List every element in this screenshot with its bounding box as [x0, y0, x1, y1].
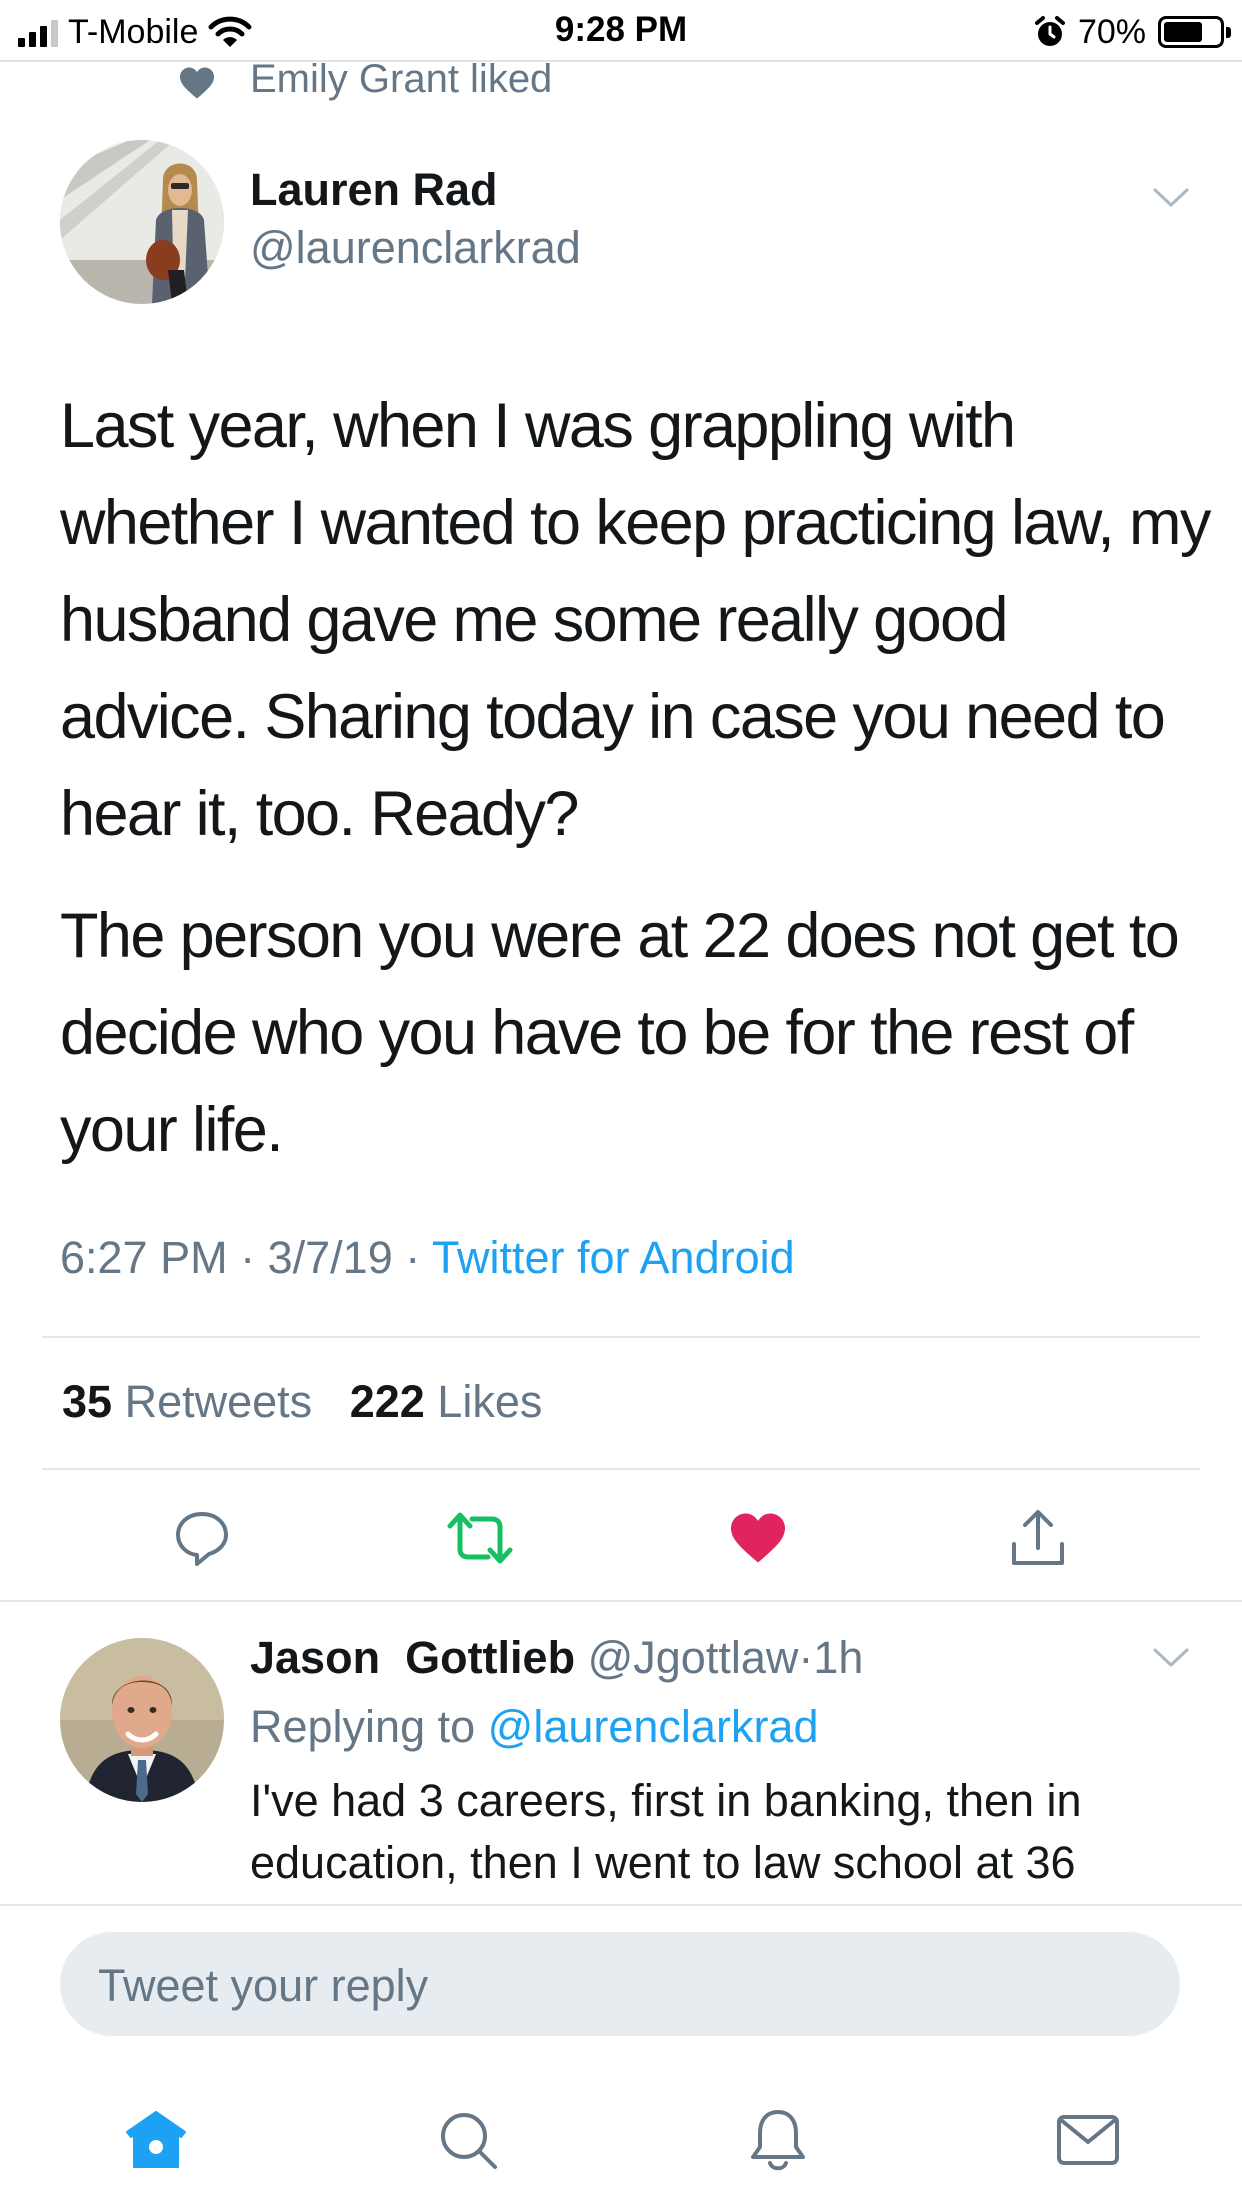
reply-author-avatar[interactable] — [60, 1638, 224, 1802]
retweets-count: 35 — [62, 1376, 113, 1427]
meta-separator: · — [405, 1232, 421, 1283]
likes-count-link[interactable]: 222 Likes — [350, 1376, 543, 1427]
retweet-icon — [447, 1512, 513, 1564]
author-avatar[interactable] — [60, 140, 224, 304]
reply-text: I've had 3 careers, first in banking, th… — [250, 1775, 1082, 1888]
reply-compose-input[interactable]: Tweet your reply — [60, 1932, 1180, 2036]
reply-button[interactable] — [160, 1502, 244, 1574]
reply-author-handle: @Jgottlaw — [587, 1632, 799, 1683]
share-button[interactable] — [996, 1502, 1080, 1574]
meta-separator: · — [240, 1232, 256, 1283]
tab-home[interactable] — [110, 2100, 202, 2180]
tweet-date: 3/7/19 — [267, 1232, 393, 1283]
reply-icon — [176, 1512, 228, 1566]
reply-author-line[interactable]: Jason Gottlieb @Jgottlaw·1h — [250, 1632, 863, 1684]
replying-to-mention[interactable]: @laurenclarkrad — [488, 1701, 819, 1752]
tweet-paragraph: Last year, when I was grappling with whe… — [60, 391, 1211, 849]
divider — [0, 1600, 1242, 1602]
tab-notifications[interactable] — [732, 2100, 824, 2180]
share-icon — [1012, 1510, 1064, 1565]
like-icon — [731, 1513, 785, 1563]
divider — [42, 1468, 1200, 1470]
meta-separator: · — [798, 1632, 814, 1683]
tweet-text: Last year, when I was grappling with whe… — [60, 378, 1211, 1179]
battery-icon — [1158, 16, 1231, 48]
battery-percent: 70% — [1077, 12, 1146, 51]
tweet-client-link[interactable]: Twitter for Android — [432, 1232, 795, 1283]
replying-to-label: Replying to — [250, 1701, 476, 1752]
reply-author-last-name: Gottlieb — [405, 1632, 576, 1683]
likes-label: Likes — [437, 1376, 543, 1427]
tweet-time: 6:27 PM — [60, 1232, 228, 1283]
replying-to: Replying to @laurenclarkrad — [250, 1701, 818, 1753]
tab-search[interactable] — [422, 2100, 514, 2180]
retweets-label: Retweets — [124, 1376, 313, 1427]
retweet-button[interactable] — [438, 1502, 522, 1574]
alarm-icon — [1034, 16, 1065, 46]
like-button[interactable] — [716, 1502, 800, 1574]
likes-count: 222 — [349, 1376, 425, 1427]
reply-time: 1h — [813, 1632, 864, 1683]
heart-icon — [180, 67, 214, 99]
engagement-counts: 35 Retweets 222 Likes — [62, 1376, 542, 1428]
tweet-paragraph: The person you were at 22 does not get t… — [60, 901, 1180, 1165]
social-context-text: Emily Grant liked — [250, 57, 553, 101]
reply-author-first-name: Jason — [250, 1632, 381, 1683]
divider — [42, 1336, 1200, 1338]
retweets-count-link[interactable]: 35 Retweets — [62, 1376, 312, 1427]
notifications-icon — [751, 2110, 805, 2171]
status-bar-divider — [0, 60, 1242, 62]
status-bar: T-Mobile 9:28 PM 70% — [0, 0, 1242, 62]
compose-placeholder: Tweet your reply — [98, 1960, 429, 2011]
chevron-down-icon[interactable] — [1152, 1646, 1190, 1670]
tweet-timestamp: 6:27 PM · 3/7/19 · Twitter for Android — [60, 1232, 795, 1284]
divider — [0, 1904, 1242, 1906]
tab-messages[interactable] — [1042, 2100, 1134, 2180]
home-icon — [126, 2111, 186, 2168]
chevron-down-icon[interactable] — [1152, 186, 1190, 210]
search-icon — [441, 2113, 497, 2169]
author-name[interactable]: Lauren Rad — [250, 164, 498, 216]
author-handle[interactable]: @laurenclarkrad — [250, 222, 581, 274]
messages-icon — [1057, 2115, 1119, 2165]
